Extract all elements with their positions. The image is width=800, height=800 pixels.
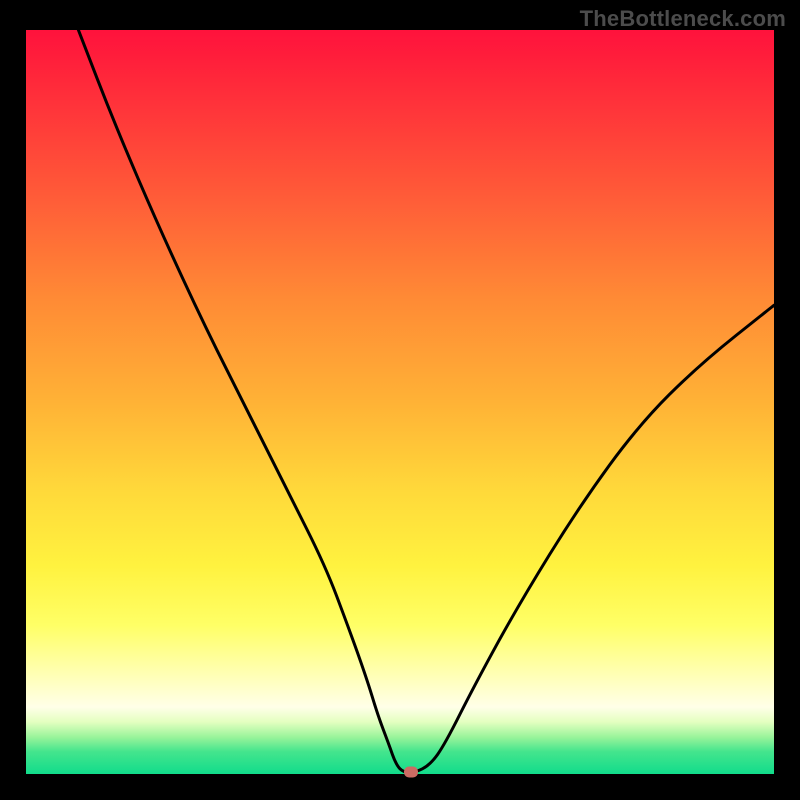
min-marker [404,766,418,777]
chart-frame: TheBottleneck.com [0,0,800,800]
watermark-text: TheBottleneck.com [580,6,786,32]
plot-area [26,30,774,774]
curve-svg [26,30,774,774]
bottleneck-curve [78,30,774,773]
